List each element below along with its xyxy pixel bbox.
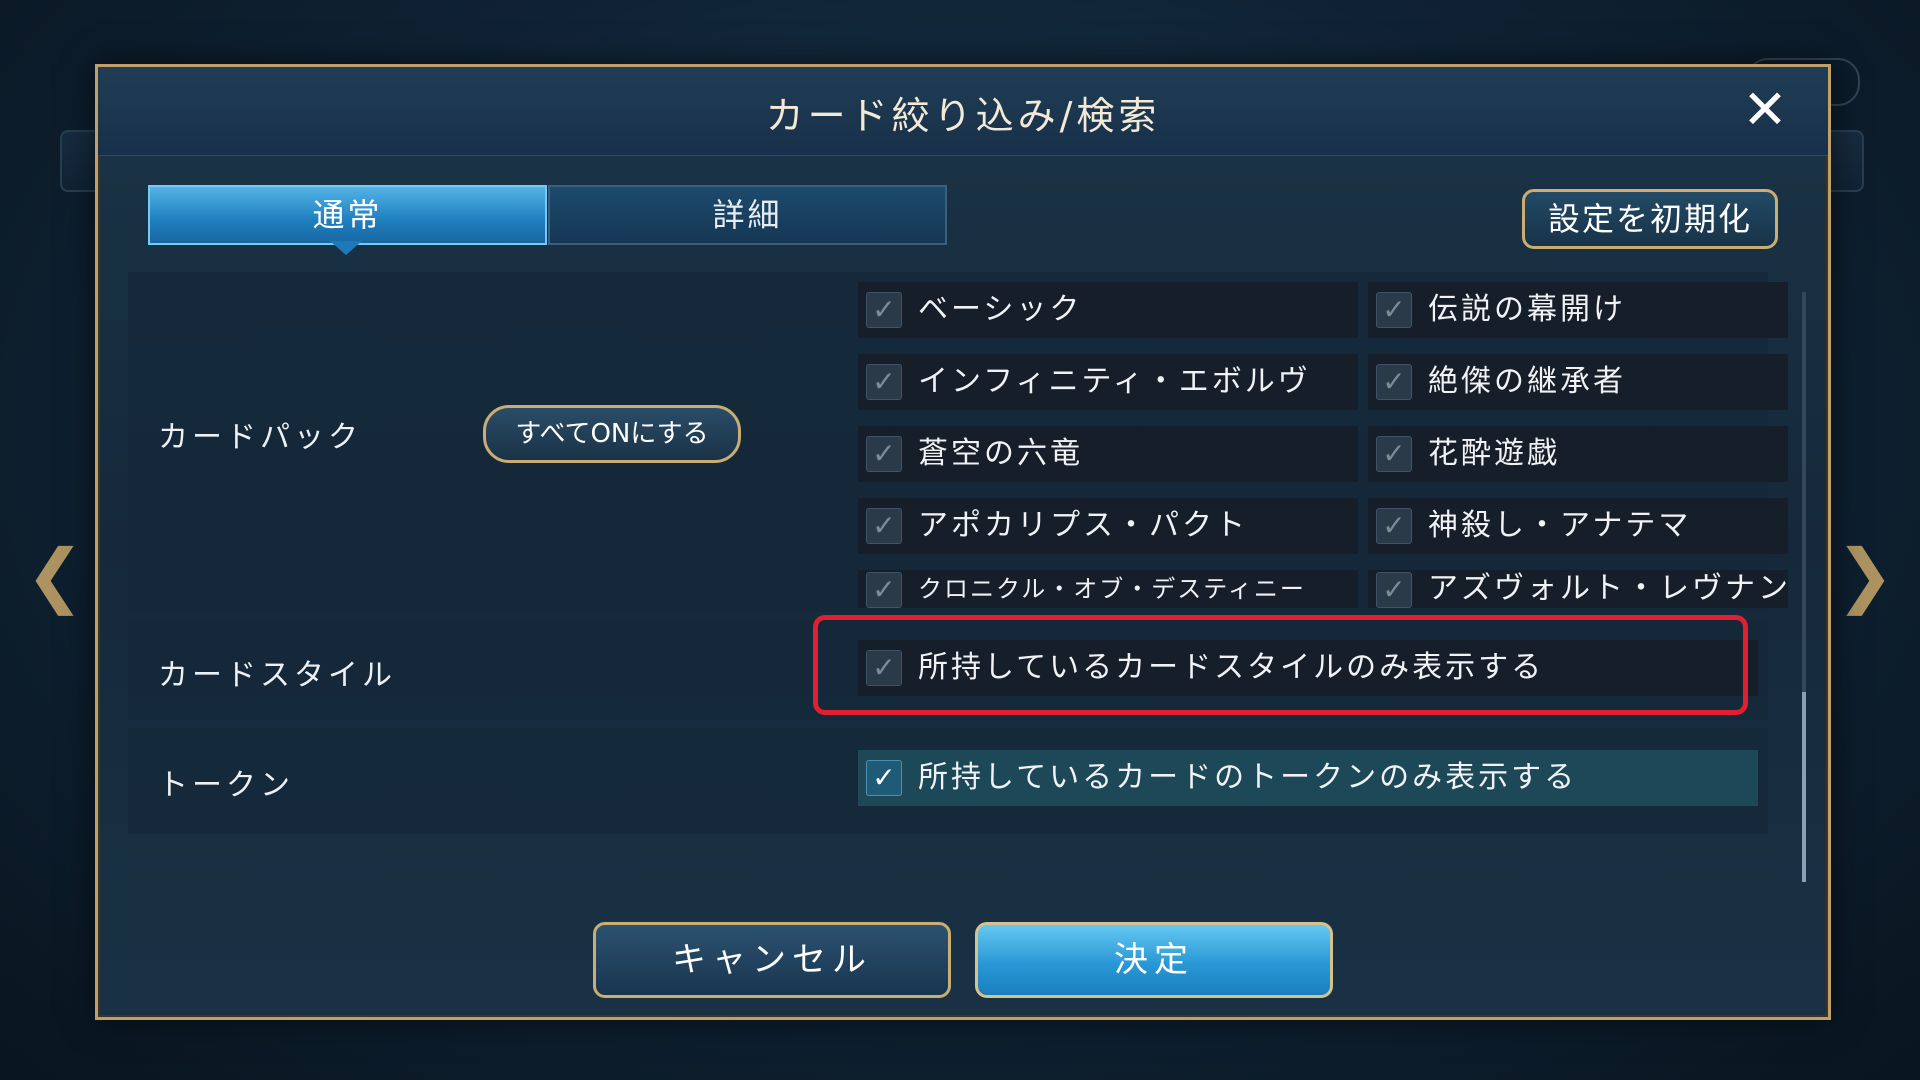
pack-checkbox-legend[interactable]: ✓ 伝説の幕開け — [1368, 282, 1788, 338]
pack-checkbox-apocalypse-pact[interactable]: ✓ アポカリプス・パクト — [858, 498, 1358, 554]
scrollbar[interactable] — [1802, 292, 1806, 882]
pack-checkbox-basic[interactable]: ✓ ベーシック — [858, 282, 1358, 338]
next-page-arrow-icon[interactable]: ❯ — [1835, 535, 1895, 615]
token-label: トークン — [158, 768, 294, 803]
filter-content: カードパック すべてONにする ✓ ベーシック ✓ 伝説の幕開け ✓ インフィニ… — [128, 272, 1788, 912]
dialog-header: カード絞り込み/検索 ✕ — [98, 67, 1828, 156]
all-on-button[interactable]: すべてONにする — [483, 405, 741, 463]
token-checkbox[interactable]: ✓ 所持しているカードのトークンのみ表示する — [858, 750, 1758, 806]
token-option-label: 所持しているカードのトークンのみ表示する — [918, 760, 1578, 795]
tab-normal[interactable]: 通常 — [148, 185, 547, 245]
checkmark-icon: ✓ — [866, 364, 902, 400]
pack-label: 神殺し・アナテマ — [1428, 508, 1692, 543]
pack-checkbox-zekketsu[interactable]: ✓ 絶傑の継承者 — [1368, 354, 1788, 410]
dialog-title: カード絞り込み/検索 — [765, 94, 1161, 138]
pack-checkbox-anathema[interactable]: ✓ 神殺し・アナテマ — [1368, 498, 1788, 554]
pack-label: 花酔遊戯 — [1428, 436, 1560, 471]
checkmark-icon: ✓ — [866, 292, 902, 328]
checkmark-icon: ✓ — [1376, 436, 1412, 472]
checkmark-icon: ✓ — [1376, 508, 1412, 544]
pack-label: 伝説の幕開け — [1428, 292, 1626, 327]
checkmark-icon: ✓ — [1376, 572, 1412, 608]
pack-label: 絶傑の継承者 — [1428, 364, 1626, 399]
checkmark-icon: ✓ — [866, 508, 902, 544]
card-pack-section: カードパック すべてONにする ✓ ベーシック ✓ 伝説の幕開け ✓ インフィニ… — [128, 272, 1788, 612]
pack-label: 蒼空の六竜 — [918, 436, 1083, 471]
prev-page-arrow-icon[interactable]: ❮ — [25, 535, 85, 615]
checkmark-icon: ✓ — [866, 436, 902, 472]
checkmark-icon: ✓ — [866, 760, 902, 796]
checkmark-icon: ✓ — [1376, 364, 1412, 400]
pack-label: クロニクル・オブ・デスティニー — [918, 575, 1306, 603]
confirm-button[interactable]: 決定 — [975, 922, 1333, 998]
reset-settings-button[interactable]: 設定を初期化 — [1522, 189, 1778, 249]
pack-checkbox-infinity-evolve[interactable]: ✓ インフィニティ・エボルヴ — [858, 354, 1358, 410]
highlight-outline — [813, 615, 1748, 715]
cancel-button[interactable]: キャンセル — [593, 922, 951, 998]
pack-checkbox-chronicle[interactable]: ✓ クロニクル・オブ・デスティニー — [858, 570, 1358, 608]
active-tab-caret-icon — [330, 241, 362, 255]
pack-checkbox-kasui-yugi[interactable]: ✓ 花酔遊戯 — [1368, 426, 1788, 482]
pack-label: インフィニティ・エボルヴ — [918, 364, 1311, 399]
token-section: トークン ✓ 所持しているカードのトークンのみ表示する — [128, 728, 1768, 834]
close-icon[interactable]: ✕ — [1740, 83, 1790, 137]
tab-detail[interactable]: 詳細 — [548, 185, 947, 245]
card-pack-label: カードパック — [158, 420, 362, 455]
filter-search-dialog: カード絞り込み/検索 ✕ 通常 詳細 設定を初期化 カードパック すべてONにす… — [95, 64, 1831, 1020]
checkmark-icon: ✓ — [1376, 292, 1412, 328]
pack-checkbox-azvolt[interactable]: ✓ アズヴォルト・レヴナント — [1368, 570, 1788, 608]
scrollbar-thumb[interactable] — [1802, 692, 1806, 882]
pack-checkbox-six-dragons[interactable]: ✓ 蒼空の六竜 — [858, 426, 1358, 482]
checkmark-icon: ✓ — [866, 572, 902, 608]
pack-label: アポカリプス・パクト — [918, 508, 1248, 543]
card-style-label: カードスタイル — [158, 658, 396, 693]
pack-label: アズヴォルト・レヴナント — [1428, 571, 1788, 606]
pack-label: ベーシック — [918, 292, 1083, 327]
